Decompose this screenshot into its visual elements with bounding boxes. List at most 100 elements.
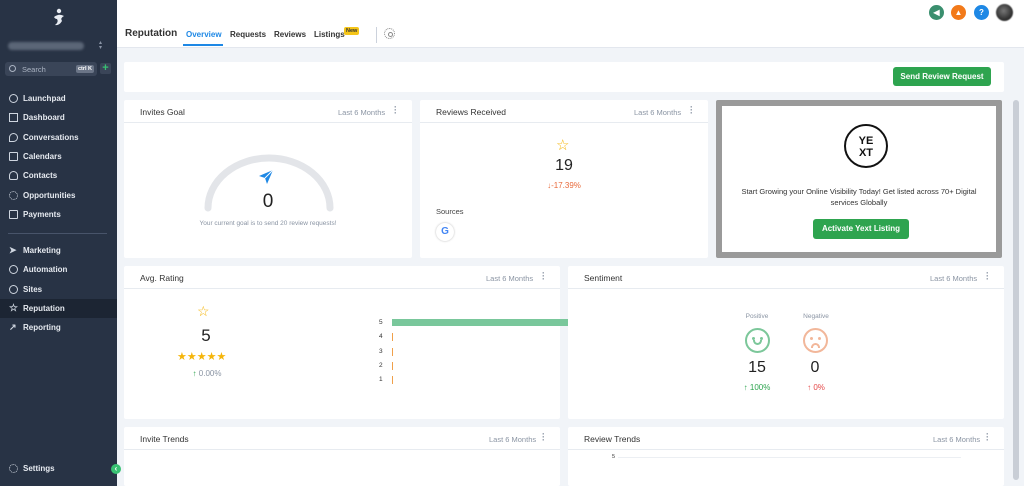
positive-change-value: 100% (749, 383, 771, 392)
sidebar-item-launchpad[interactable]: Launchpad (0, 89, 117, 108)
card-period: Last 6 Months (634, 108, 682, 117)
rating-bar-star-label: 4 (379, 333, 383, 341)
more-options-icon[interactable]: · · · (542, 430, 545, 445)
active-tab-indicator (183, 44, 223, 46)
account-name-redacted (8, 42, 84, 50)
sidebar-item-label: Reporting (23, 323, 61, 333)
sidebar-item-label: Dashboard (23, 113, 65, 123)
search-placeholder: Search (22, 65, 46, 74)
settings-gear-icon[interactable] (384, 28, 395, 39)
search-input[interactable]: Search ctrl K (5, 62, 97, 76)
more-options-icon[interactable]: · · · (690, 103, 693, 118)
card-header: Sentiment Last 6 Months · · · (568, 266, 1004, 289)
sidebar-item-reporting[interactable]: ↗ Reporting (0, 318, 117, 337)
sidebar-item-label: Sites (23, 284, 43, 294)
rating-bar-row: 1 (379, 375, 393, 385)
rating-bar-star-label: 3 (379, 347, 383, 355)
contacts-icon (9, 171, 18, 181)
sidebar-item-dashboard[interactable]: Dashboard (0, 108, 117, 127)
svg-text:XT: XT (859, 147, 873, 159)
rating-bar-row: 4 (379, 332, 393, 342)
rating-bar-star-label: 1 (379, 376, 383, 384)
reviews-change-value: -17.39% (551, 181, 581, 190)
help-icon[interactable]: ? (974, 5, 989, 20)
star-list-icon: ☆ (556, 137, 570, 154)
positive-value: 15 (748, 359, 766, 376)
sidebar-item-label: Conversations (23, 132, 79, 142)
app-logo-icon[interactable] (51, 8, 67, 28)
sidebar-item-label: Payments (23, 209, 61, 219)
star-icon: ★ (177, 351, 187, 363)
star-icon: ★ (216, 351, 227, 363)
card-period: Last 6 Months (486, 274, 534, 283)
trend-icon: ↗ (9, 322, 17, 333)
sidebar-item-sites[interactable]: Sites (0, 280, 117, 299)
chat-icon (9, 132, 18, 142)
card-period: Last 6 Months (930, 274, 978, 283)
sidebar-item-marketing[interactable]: ➤ Marketing (0, 241, 117, 260)
more-options-icon[interactable]: · · · (394, 103, 397, 118)
invites-goal-card: Invites Goal Last 6 Months · · · 0 Your cu… (124, 100, 412, 258)
quick-add-button[interactable]: + (100, 63, 111, 74)
card-period: Last 6 Months (489, 435, 537, 444)
card-title: Invite Trends (140, 434, 189, 444)
goal-value: 0 (262, 191, 274, 212)
send-review-request-button[interactable]: Send Review Request (893, 67, 991, 86)
review-trends-card: Review Trends Last 6 Months · · · 5 (568, 427, 1004, 486)
rating-bar-track (392, 376, 393, 385)
account-switcher[interactable]: ▴ ▾ (6, 39, 110, 53)
sidebar-item-calendars[interactable]: Calendars (0, 147, 117, 166)
invite-trends-card: Invite Trends Last 6 Months · · · (124, 427, 560, 486)
sidebar-item-label: Marketing (23, 246, 61, 256)
opportunities-icon (9, 190, 18, 200)
more-options-icon[interactable]: · · · (986, 430, 989, 445)
sidebar-item-payments[interactable]: Payments (0, 205, 117, 224)
avatar[interactable] (996, 4, 1013, 21)
card-title: Avg. Rating (140, 273, 184, 283)
sidebar-item-opportunities[interactable]: Opportunities (0, 185, 117, 204)
rating-bar-empty-tick (392, 333, 393, 342)
tab-reviews[interactable]: Reviews (274, 30, 306, 39)
scrollbar-thumb[interactable] (1013, 100, 1019, 480)
search-icon (9, 65, 16, 72)
more-options-icon[interactable]: · · · (986, 269, 989, 284)
rating-bar-empty-tick (392, 347, 393, 356)
sidebar-item-contacts[interactable]: Contacts (0, 166, 117, 185)
more-options-icon[interactable]: · · · (542, 269, 545, 284)
card-header: Avg. Rating Last 6 Months · · · (124, 266, 560, 289)
rating-bar-empty-tick (392, 361, 393, 370)
switcher-arrows-icon: ▴ ▾ (99, 40, 103, 51)
bell-icon[interactable]: ▲ (951, 5, 966, 20)
y-axis-tick-label: 5 (612, 454, 616, 460)
rating-bar-row: 519 (379, 318, 620, 327)
rating-bar-star-label: 2 (379, 361, 383, 369)
sidebar-nav-bottom: ➤ Marketing Automation Sites ☆ Reputation … (0, 241, 117, 337)
page-title: Reputation (125, 28, 178, 39)
tab-requests[interactable]: Requests (230, 30, 266, 39)
sidebar-divider (8, 233, 107, 234)
yext-promo-card: YE XT Start Growing your Online Visibili… (716, 100, 1002, 258)
sidebar-item-label: Launchpad (23, 94, 66, 104)
sidebar-item-conversations[interactable]: Conversations (0, 128, 117, 147)
tab-overview[interactable]: Overview (186, 30, 222, 39)
gridline (618, 457, 961, 458)
activate-yext-button[interactable]: Activate Yext Listing (813, 219, 909, 239)
card-header: Reviews Received Last 6 Months · · · (420, 100, 708, 123)
sentiment-card: Sentiment Last 6 Months · · · Positive 15 … (568, 266, 1004, 419)
star-icon: ☆ (9, 303, 18, 315)
google-icon[interactable]: G (436, 223, 454, 241)
sidebar-item-automation[interactable]: Automation (0, 260, 117, 279)
sidebar-item-settings[interactable]: Settings (0, 459, 117, 477)
sidebar-item-reputation[interactable]: ☆ Reputation (0, 298, 117, 319)
card-title: Invites Goal (140, 107, 185, 117)
rating-bar-empty-tick (392, 376, 393, 385)
card-header: Invite Trends Last 6 Months · · · (124, 427, 560, 450)
search-shortcut-hint: ctrl K (75, 65, 94, 73)
tab-listings[interactable]: Listings (314, 30, 345, 39)
globe-icon (9, 284, 18, 294)
yext-message: Start Growing your Online Visibility Tod… (741, 187, 977, 207)
collapse-sidebar-button[interactable]: ‹ (111, 464, 121, 474)
yext-logo-icon: YE XT (844, 124, 888, 168)
reviews-received-card: Reviews Received Last 6 Months · · · ☆ 19 … (420, 100, 708, 258)
megaphone-icon[interactable]: ◀ (929, 5, 944, 20)
